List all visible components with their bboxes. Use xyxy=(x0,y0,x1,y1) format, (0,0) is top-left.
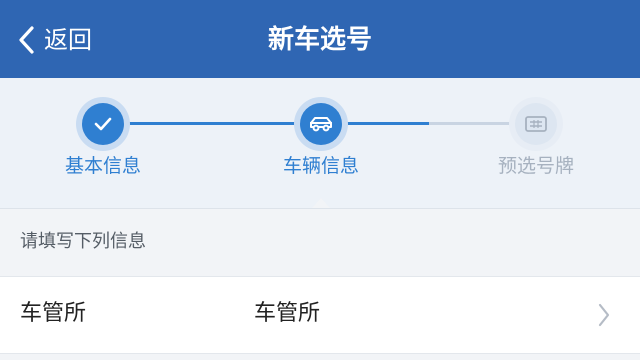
divider xyxy=(0,208,640,209)
section-label: 请填写下列信息 xyxy=(20,231,146,252)
progress-steps: 基本信息 车辆信息 预选号牌 xyxy=(0,78,640,208)
check-icon xyxy=(94,117,112,131)
field-label: 车管所 xyxy=(20,301,87,326)
chevron-right-icon xyxy=(598,303,610,327)
step-vehicle-info-label: 车辆信息 xyxy=(282,155,359,177)
field-value: 车管所 xyxy=(254,301,321,326)
step-connector-done xyxy=(122,122,300,125)
step-plate-marker xyxy=(515,103,557,145)
vehicle-office-row[interactable]: 车管所 车管所 xyxy=(0,276,640,354)
step-connector-pending xyxy=(429,122,515,125)
top-nav-bar: 返回 新车选号 xyxy=(0,0,640,78)
license-plate-icon xyxy=(525,116,547,132)
current-step-pointer xyxy=(312,198,330,208)
step-vehicle-info-marker xyxy=(300,103,342,145)
step-plate-label: 预选号牌 xyxy=(497,155,574,177)
car-icon xyxy=(310,117,332,132)
step-basic-info-marker xyxy=(82,103,124,145)
step-basic-info-label: 基本信息 xyxy=(64,155,141,177)
page-title: 新车选号 xyxy=(267,25,372,55)
step-connector-current xyxy=(343,122,429,125)
